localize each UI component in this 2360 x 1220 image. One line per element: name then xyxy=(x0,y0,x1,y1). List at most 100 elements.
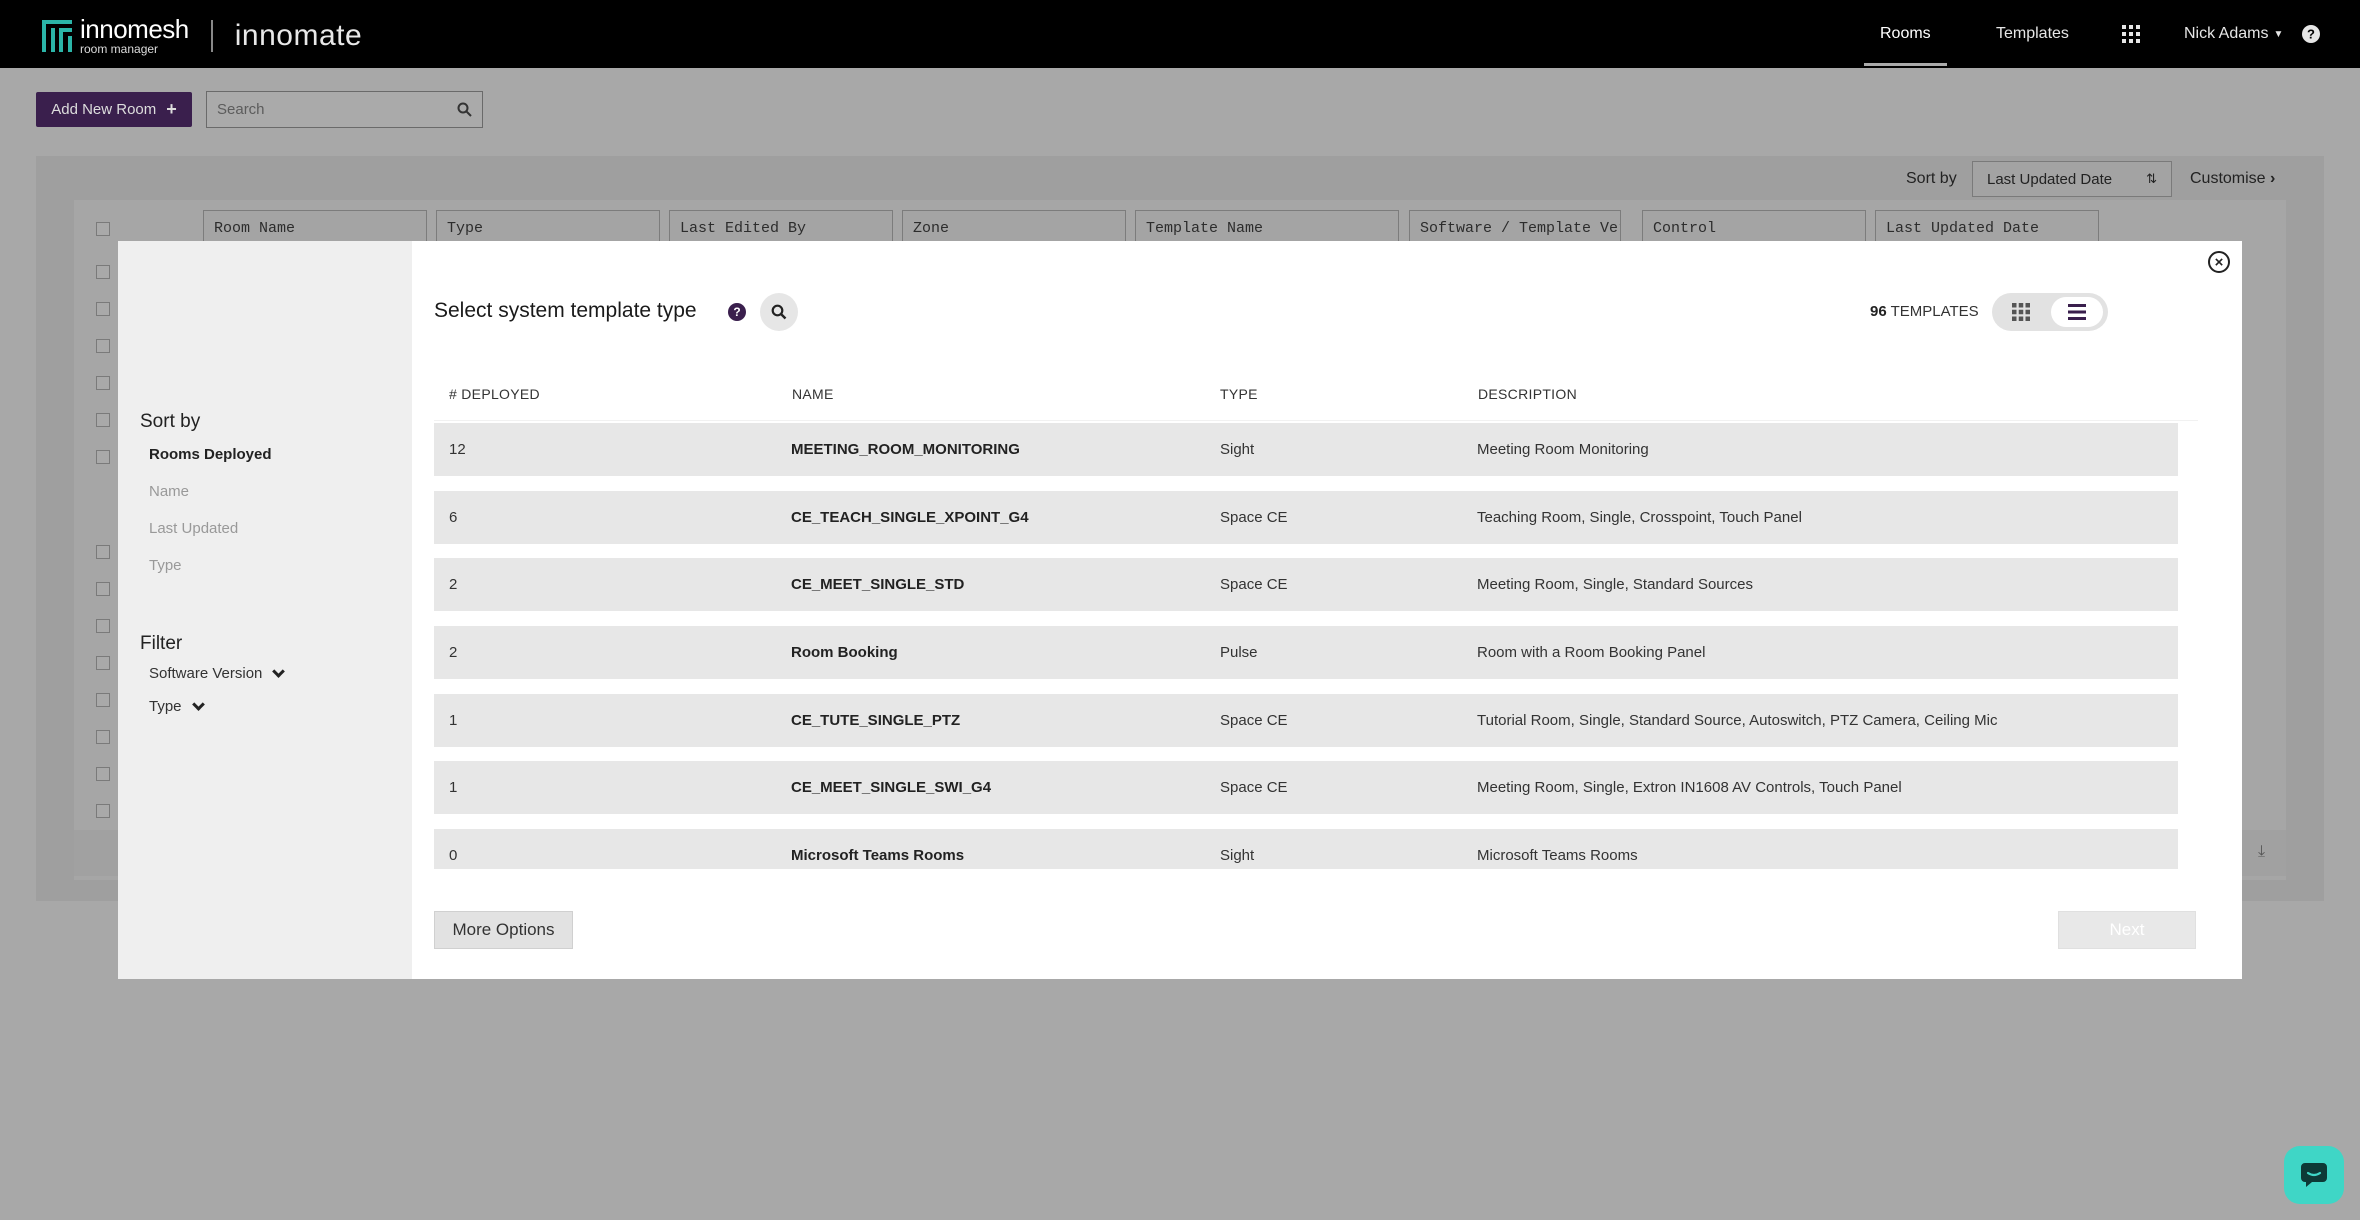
filter-software-version-label: Software Version xyxy=(149,665,263,682)
row-name: CE_TUTE_SINGLE_PTZ xyxy=(791,712,961,729)
logo-name: innomesh xyxy=(80,14,189,44)
help-circle-icon[interactable]: ? xyxy=(2302,0,2320,68)
row-deployed: 2 xyxy=(449,576,458,593)
row-checkbox[interactable] xyxy=(96,339,110,353)
row-type: Space CE xyxy=(1220,779,1288,796)
template-select-modal: Sort by Rooms Deployed Name Last Updated… xyxy=(118,241,2242,979)
row-type: Sight xyxy=(1220,441,1255,458)
row-checkbox[interactable] xyxy=(96,302,110,316)
row-checkbox[interactable] xyxy=(96,730,110,744)
row-checkbox[interactable] xyxy=(96,582,110,596)
column-header-deployed[interactable]: # DEPLOYED xyxy=(449,386,540,402)
search-icon[interactable] xyxy=(457,102,472,117)
nav-rooms[interactable]: Rooms xyxy=(1864,0,1947,68)
row-checkbox[interactable] xyxy=(96,265,110,279)
chat-launcher-button[interactable] xyxy=(2284,1146,2344,1204)
template-count: 96 TEMPLATES xyxy=(1870,303,1979,320)
user-menu[interactable]: Nick Adams ▼ xyxy=(2184,0,2283,68)
next-button[interactable]: Next xyxy=(2058,911,2196,949)
row-checkbox[interactable] xyxy=(96,804,110,818)
row-description: Meeting Room, Single, Standard Sources xyxy=(1477,576,1753,593)
row-description: Meeting Room, Single, Extron IN1608 AV C… xyxy=(1477,779,1902,796)
template-row[interactable]: 0 Microsoft Teams Rooms Sight Microsoft … xyxy=(434,829,2178,869)
row-description: Teaching Room, Single, Crosspoint, Touch… xyxy=(1477,509,1802,526)
row-checkbox[interactable] xyxy=(96,545,110,559)
nav-templates[interactable]: Templates xyxy=(1996,0,2069,68)
row-checkbox[interactable] xyxy=(96,450,110,464)
chevron-right-icon: › xyxy=(2270,170,2276,187)
close-icon[interactable]: × xyxy=(2208,251,2230,273)
sort-option-type[interactable]: Type xyxy=(149,557,182,574)
row-checkbox[interactable] xyxy=(96,413,110,427)
column-header-description[interactable]: DESCRIPTION xyxy=(1478,386,1577,402)
innomesh-logo[interactable]: innomesh room manager innomate xyxy=(42,16,362,55)
column-header-type[interactable]: TYPE xyxy=(1220,386,1258,402)
row-name: CE_TEACH_SINGLE_XPOINT_G4 xyxy=(791,509,1029,526)
template-list: 12 MEETING_ROOM_MONITORING Sight Meeting… xyxy=(434,421,2178,869)
row-deployed: 1 xyxy=(449,779,458,796)
row-checkbox[interactable] xyxy=(96,376,110,390)
innomesh-logo-mark xyxy=(42,19,72,52)
logo-divider xyxy=(210,19,213,52)
list-sort-select[interactable]: Last Updated Date ⇅ xyxy=(1972,161,2172,197)
row-type: Space CE xyxy=(1220,576,1288,593)
row-description: Meeting Room Monitoring xyxy=(1477,441,1649,458)
sort-option-last-updated[interactable]: Last Updated xyxy=(149,520,238,537)
row-name: CE_MEET_SINGLE_SWI_G4 xyxy=(791,779,992,796)
list-sort-label: Sort by xyxy=(1906,170,1957,187)
question-help-icon[interactable]: ? xyxy=(728,303,746,321)
row-deployed: 0 xyxy=(449,847,458,864)
row-type: Sight xyxy=(1220,847,1255,864)
user-name: Nick Adams xyxy=(2184,25,2269,42)
filter-software-version-dropdown[interactable]: Software Version xyxy=(149,664,286,682)
template-row[interactable]: 1 CE_TUTE_SINGLE_PTZ Space CE Tutorial R… xyxy=(434,694,2178,747)
row-type: Pulse xyxy=(1220,644,1258,661)
sort-order-icon[interactable]: ⇅ xyxy=(2146,171,2157,187)
row-deployed: 6 xyxy=(449,509,458,526)
row-checkbox[interactable] xyxy=(96,619,110,633)
modal-title: Select system template type xyxy=(434,299,697,322)
column-header-name[interactable]: NAME xyxy=(792,386,834,402)
caret-down-icon: ▼ xyxy=(2273,28,2284,40)
logo-subtitle: room manager xyxy=(80,42,159,56)
add-new-room-button[interactable]: Add New Room + xyxy=(36,92,192,127)
template-row[interactable]: 2 Room Booking Pulse Room with a Room Bo… xyxy=(434,626,2178,679)
row-deployed: 2 xyxy=(449,644,458,661)
template-row[interactable]: 1 CE_MEET_SINGLE_SWI_G4 Space CE Meeting… xyxy=(434,761,2178,814)
row-description: Microsoft Teams Rooms xyxy=(1477,847,1638,864)
apps-grid-icon[interactable] xyxy=(2122,0,2140,68)
row-deployed: 1 xyxy=(449,712,458,729)
sort-heading: Sort by xyxy=(140,411,201,432)
row-checkbox[interactable] xyxy=(96,693,110,707)
select-all-checkbox[interactable] xyxy=(96,222,110,236)
list-view-button[interactable] xyxy=(2051,297,2103,327)
template-row[interactable]: 2 CE_MEET_SINGLE_STD Space CE Meeting Ro… xyxy=(434,558,2178,611)
list-view-icon xyxy=(2068,304,2086,320)
more-options-button[interactable]: More Options xyxy=(434,911,573,949)
chat-bubble-icon xyxy=(2301,1163,2327,1187)
row-name: Microsoft Teams Rooms xyxy=(791,847,965,864)
sort-option-rooms-deployed[interactable]: Rooms Deployed xyxy=(149,446,272,463)
filter-type-label: Type xyxy=(149,698,182,715)
filter-type-dropdown[interactable]: Type xyxy=(149,697,205,715)
template-count-label: TEMPLATES xyxy=(1890,303,1979,320)
template-search-button[interactable] xyxy=(760,293,798,331)
grid-view-button[interactable] xyxy=(1995,297,2047,327)
view-mode-toggle xyxy=(1992,293,2108,331)
row-checkbox[interactable] xyxy=(96,656,110,670)
room-search-input[interactable] xyxy=(217,101,457,118)
download-icon[interactable]: ⤓ xyxy=(2258,843,2265,861)
row-description: Room with a Room Booking Panel xyxy=(1477,644,1706,661)
room-search-box xyxy=(206,91,483,128)
list-sort-value: Last Updated Date xyxy=(1987,170,2113,188)
search-icon xyxy=(771,304,787,320)
top-navigation-bar: innomesh room manager innomate Rooms Tem… xyxy=(0,0,2360,68)
customise-button[interactable]: Customise › xyxy=(2190,170,2275,188)
sort-option-name[interactable]: Name xyxy=(149,483,189,500)
template-count-number: 96 xyxy=(1870,303,1887,320)
template-row[interactable]: 12 MEETING_ROOM_MONITORING Sight Meeting… xyxy=(434,423,2178,476)
template-row[interactable]: 6 CE_TEACH_SINGLE_XPOINT_G4 Space CE Tea… xyxy=(434,491,2178,544)
row-description: Tutorial Room, Single, Standard Source, … xyxy=(1477,712,1998,729)
plus-icon: + xyxy=(166,99,177,119)
row-checkbox[interactable] xyxy=(96,767,110,781)
